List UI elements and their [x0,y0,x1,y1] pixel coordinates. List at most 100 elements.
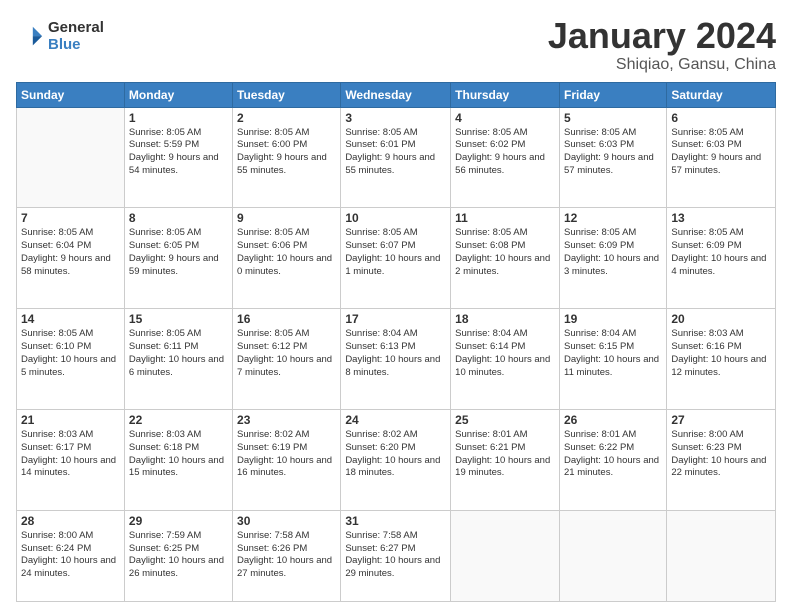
day-cell: 28 Sunrise: 8:00 AMSunset: 6:24 PMDaylig… [17,510,125,601]
day-info: Sunrise: 8:04 AMSunset: 6:14 PMDaylight:… [455,328,550,377]
day-number: 3 [345,111,446,125]
day-cell [559,510,666,601]
day-number: 9 [237,211,336,225]
day-header-tuesday: Tuesday [233,82,341,107]
day-info: Sunrise: 7:59 AMSunset: 6:25 PMDaylight:… [129,530,224,579]
day-info: Sunrise: 8:00 AMSunset: 6:24 PMDaylight:… [21,530,116,579]
day-number: 27 [671,413,771,427]
logo-general: General [48,20,104,37]
day-number: 19 [564,312,662,326]
day-cell: 12 Sunrise: 8:05 AMSunset: 6:09 PMDaylig… [559,208,666,309]
day-info: Sunrise: 8:00 AMSunset: 6:23 PMDaylight:… [671,429,766,478]
day-number: 5 [564,111,662,125]
calendar-header: General Blue January 2024 Shiqiao, Gansu… [16,16,776,74]
day-header-thursday: Thursday [451,82,560,107]
day-info: Sunrise: 8:02 AMSunset: 6:20 PMDaylight:… [345,429,440,478]
day-number: 29 [129,514,228,528]
day-info: Sunrise: 8:01 AMSunset: 6:21 PMDaylight:… [455,429,550,478]
day-number: 8 [129,211,228,225]
day-number: 26 [564,413,662,427]
day-info: Sunrise: 8:05 AMSunset: 6:09 PMDaylight:… [671,227,766,276]
day-info: Sunrise: 8:02 AMSunset: 6:19 PMDaylight:… [237,429,332,478]
day-header-friday: Friday [559,82,666,107]
day-cell: 13 Sunrise: 8:05 AMSunset: 6:09 PMDaylig… [667,208,776,309]
day-info: Sunrise: 8:05 AMSunset: 6:09 PMDaylight:… [564,227,659,276]
day-cell: 2 Sunrise: 8:05 AMSunset: 6:00 PMDayligh… [233,107,341,208]
day-number: 13 [671,211,771,225]
day-number: 11 [455,211,555,225]
day-info: Sunrise: 8:05 AMSunset: 6:06 PMDaylight:… [237,227,332,276]
week-row-4: 21 Sunrise: 8:03 AMSunset: 6:17 PMDaylig… [17,409,776,510]
day-cell: 3 Sunrise: 8:05 AMSunset: 6:01 PMDayligh… [341,107,451,208]
day-info: Sunrise: 8:05 AMSunset: 6:10 PMDaylight:… [21,328,116,377]
day-number: 6 [671,111,771,125]
day-info: Sunrise: 8:04 AMSunset: 6:15 PMDaylight:… [564,328,659,377]
day-header-saturday: Saturday [667,82,776,107]
day-number: 30 [237,514,336,528]
day-cell [451,510,560,601]
day-cell: 8 Sunrise: 8:05 AMSunset: 6:05 PMDayligh… [124,208,232,309]
week-row-2: 7 Sunrise: 8:05 AMSunset: 6:04 PMDayligh… [17,208,776,309]
day-cell: 24 Sunrise: 8:02 AMSunset: 6:20 PMDaylig… [341,409,451,510]
day-cell: 11 Sunrise: 8:05 AMSunset: 6:08 PMDaylig… [451,208,560,309]
day-info: Sunrise: 8:05 AMSunset: 6:00 PMDaylight:… [237,127,327,176]
day-number: 24 [345,413,446,427]
day-number: 23 [237,413,336,427]
calendar-title: January 2024 [548,16,776,56]
day-info: Sunrise: 8:05 AMSunset: 5:59 PMDaylight:… [129,127,219,176]
calendar-table: SundayMondayTuesdayWednesdayThursdayFrid… [16,82,776,602]
day-info: Sunrise: 8:05 AMSunset: 6:07 PMDaylight:… [345,227,440,276]
day-cell: 20 Sunrise: 8:03 AMSunset: 6:16 PMDaylig… [667,309,776,410]
day-number: 4 [455,111,555,125]
calendar-container: General Blue January 2024 Shiqiao, Gansu… [0,0,792,612]
day-cell: 4 Sunrise: 8:05 AMSunset: 6:02 PMDayligh… [451,107,560,208]
day-number: 12 [564,211,662,225]
day-number: 25 [455,413,555,427]
day-cell: 9 Sunrise: 8:05 AMSunset: 6:06 PMDayligh… [233,208,341,309]
day-number: 22 [129,413,228,427]
day-number: 18 [455,312,555,326]
day-cell: 23 Sunrise: 8:02 AMSunset: 6:19 PMDaylig… [233,409,341,510]
day-header-sunday: Sunday [17,82,125,107]
logo-blue: Blue [48,37,104,54]
week-row-5: 28 Sunrise: 8:00 AMSunset: 6:24 PMDaylig… [17,510,776,601]
day-cell: 19 Sunrise: 8:04 AMSunset: 6:15 PMDaylig… [559,309,666,410]
day-info: Sunrise: 8:05 AMSunset: 6:04 PMDaylight:… [21,227,111,276]
day-cell: 25 Sunrise: 8:01 AMSunset: 6:21 PMDaylig… [451,409,560,510]
day-info: Sunrise: 8:05 AMSunset: 6:02 PMDaylight:… [455,127,545,176]
day-info: Sunrise: 7:58 AMSunset: 6:26 PMDaylight:… [237,530,332,579]
day-cell: 18 Sunrise: 8:04 AMSunset: 6:14 PMDaylig… [451,309,560,410]
day-cell: 5 Sunrise: 8:05 AMSunset: 6:03 PMDayligh… [559,107,666,208]
logo: General Blue [16,20,104,53]
day-number: 31 [345,514,446,528]
day-header-wednesday: Wednesday [341,82,451,107]
week-row-3: 14 Sunrise: 8:05 AMSunset: 6:10 PMDaylig… [17,309,776,410]
day-cell [667,510,776,601]
day-info: Sunrise: 8:05 AMSunset: 6:03 PMDaylight:… [564,127,654,176]
day-number: 10 [345,211,446,225]
day-number: 17 [345,312,446,326]
day-cell: 27 Sunrise: 8:00 AMSunset: 6:23 PMDaylig… [667,409,776,510]
day-cell: 30 Sunrise: 7:58 AMSunset: 6:26 PMDaylig… [233,510,341,601]
day-info: Sunrise: 7:58 AMSunset: 6:27 PMDaylight:… [345,530,440,579]
calendar-subtitle: Shiqiao, Gansu, China [548,56,776,74]
logo-text: General Blue [48,20,104,53]
day-number: 20 [671,312,771,326]
day-cell: 6 Sunrise: 8:05 AMSunset: 6:03 PMDayligh… [667,107,776,208]
day-info: Sunrise: 8:03 AMSunset: 6:18 PMDaylight:… [129,429,224,478]
day-info: Sunrise: 8:05 AMSunset: 6:12 PMDaylight:… [237,328,332,377]
day-number: 1 [129,111,228,125]
day-info: Sunrise: 8:04 AMSunset: 6:13 PMDaylight:… [345,328,440,377]
day-number: 7 [21,211,120,225]
logo-icon [16,23,44,51]
day-cell: 26 Sunrise: 8:01 AMSunset: 6:22 PMDaylig… [559,409,666,510]
day-cell: 22 Sunrise: 8:03 AMSunset: 6:18 PMDaylig… [124,409,232,510]
day-number: 28 [21,514,120,528]
day-info: Sunrise: 8:05 AMSunset: 6:05 PMDaylight:… [129,227,219,276]
day-cell: 1 Sunrise: 8:05 AMSunset: 5:59 PMDayligh… [124,107,232,208]
day-number: 16 [237,312,336,326]
day-cell: 14 Sunrise: 8:05 AMSunset: 6:10 PMDaylig… [17,309,125,410]
day-cell: 17 Sunrise: 8:04 AMSunset: 6:13 PMDaylig… [341,309,451,410]
day-number: 14 [21,312,120,326]
day-cell: 7 Sunrise: 8:05 AMSunset: 6:04 PMDayligh… [17,208,125,309]
